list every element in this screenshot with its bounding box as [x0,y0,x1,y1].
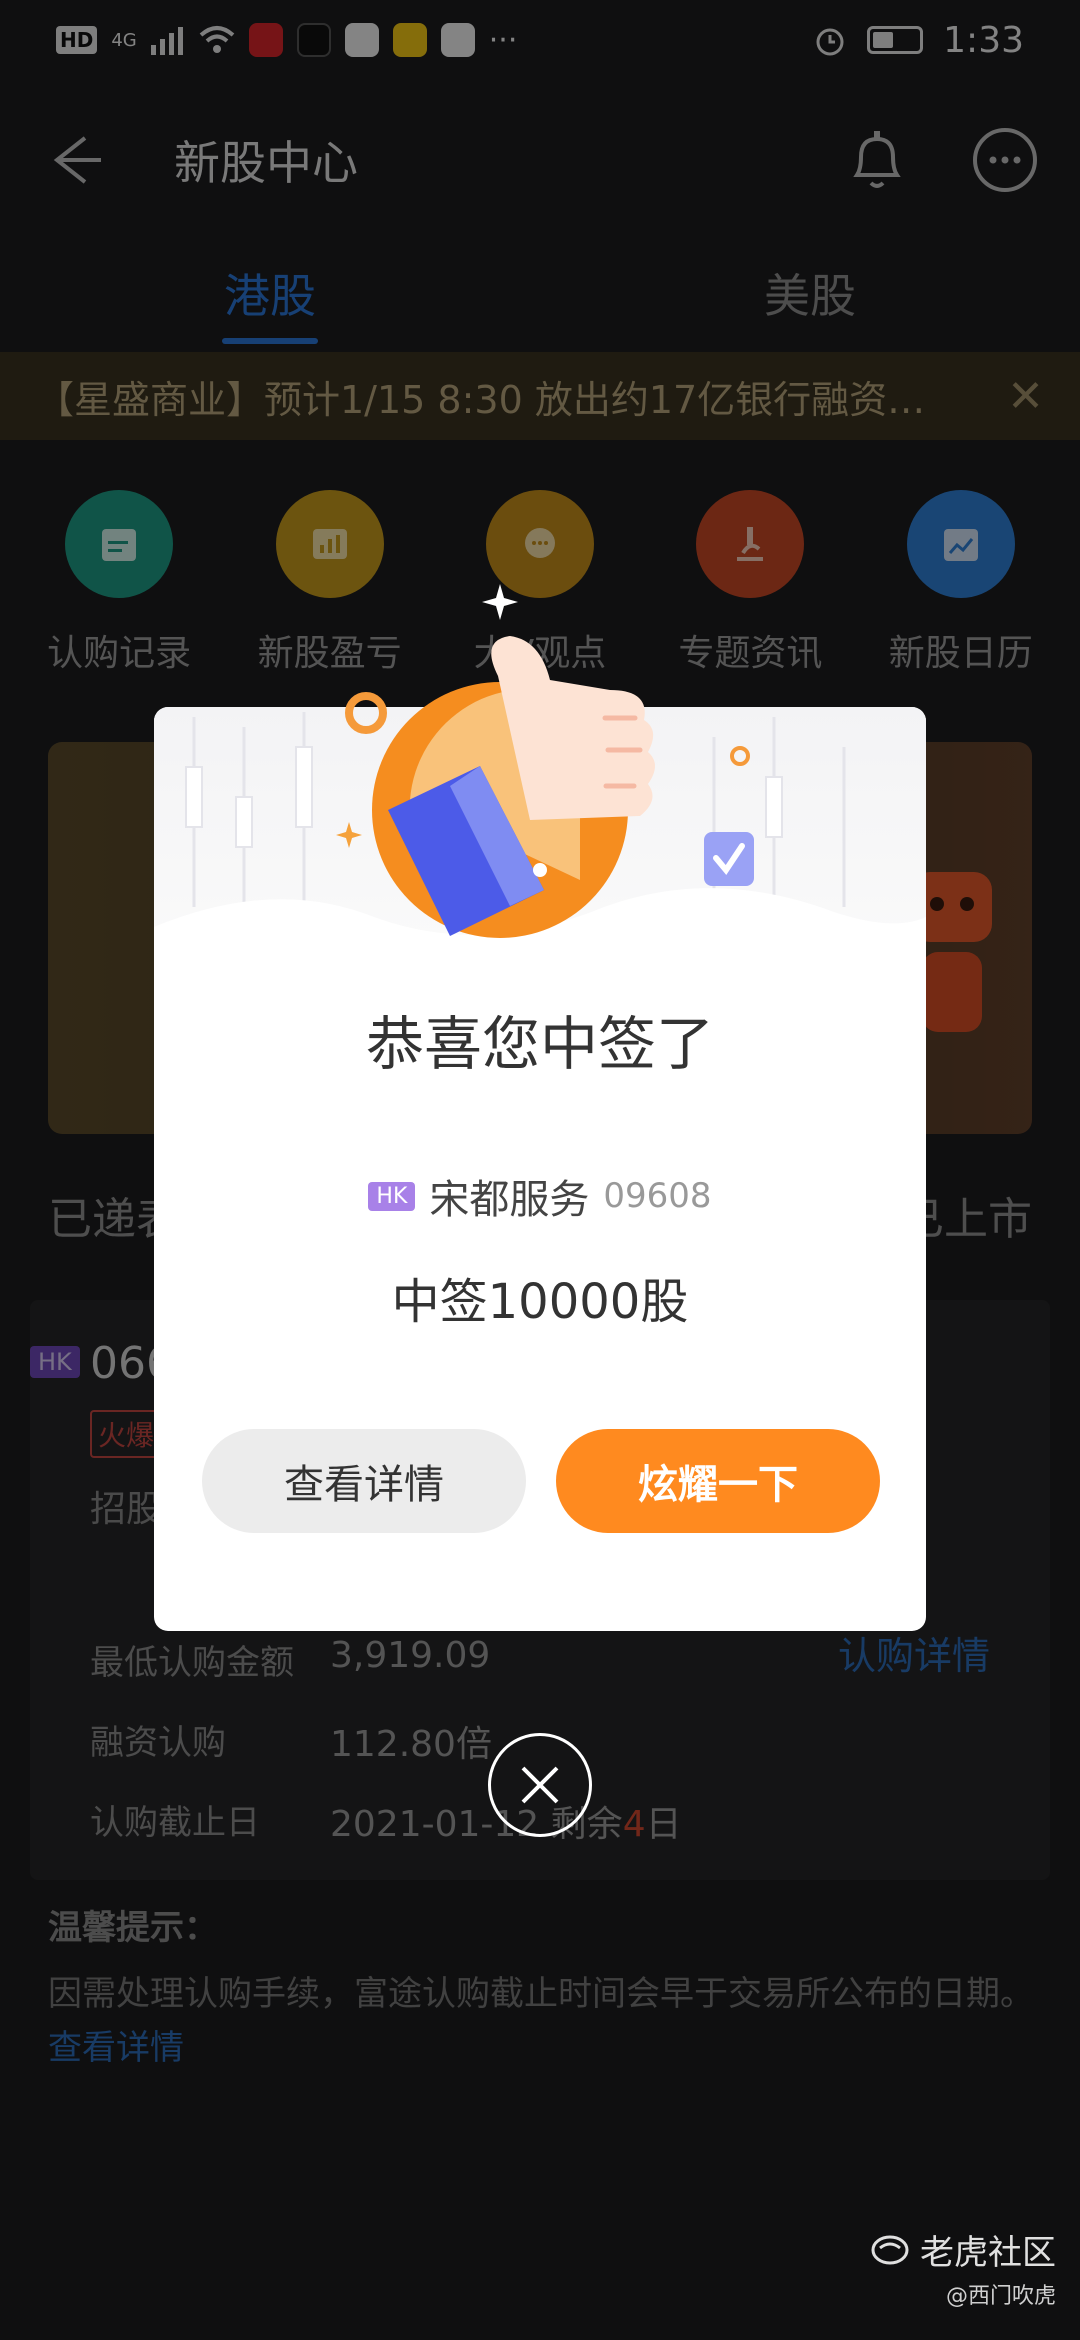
watermark: 老虎社区 @西门吹虎 [870,2225,1056,2310]
close-icon [521,1766,559,1804]
thumbs-up-illustration [336,584,754,938]
tiger-logo-icon [871,2235,909,2264]
modal-title: 恭喜您中签了 [365,1010,714,1078]
share-button[interactable]: 炫耀一下 [556,1429,880,1533]
market-badge: HK [368,1181,416,1211]
stock-info: HK 宋都服务 09608 [154,1167,926,1225]
view-details-button[interactable]: 查看详情 [202,1429,526,1533]
watermark-brand: 老虎社区 [920,2233,1056,2273]
stock-name: 宋都服务 [429,1177,590,1223]
allotment-result: 中签10000股 [391,1274,689,1330]
close-modal-button[interactable] [488,1733,592,1837]
stock-code: 09608 [603,1176,712,1216]
watermark-user: @西门吹虎 [945,2284,1056,2309]
